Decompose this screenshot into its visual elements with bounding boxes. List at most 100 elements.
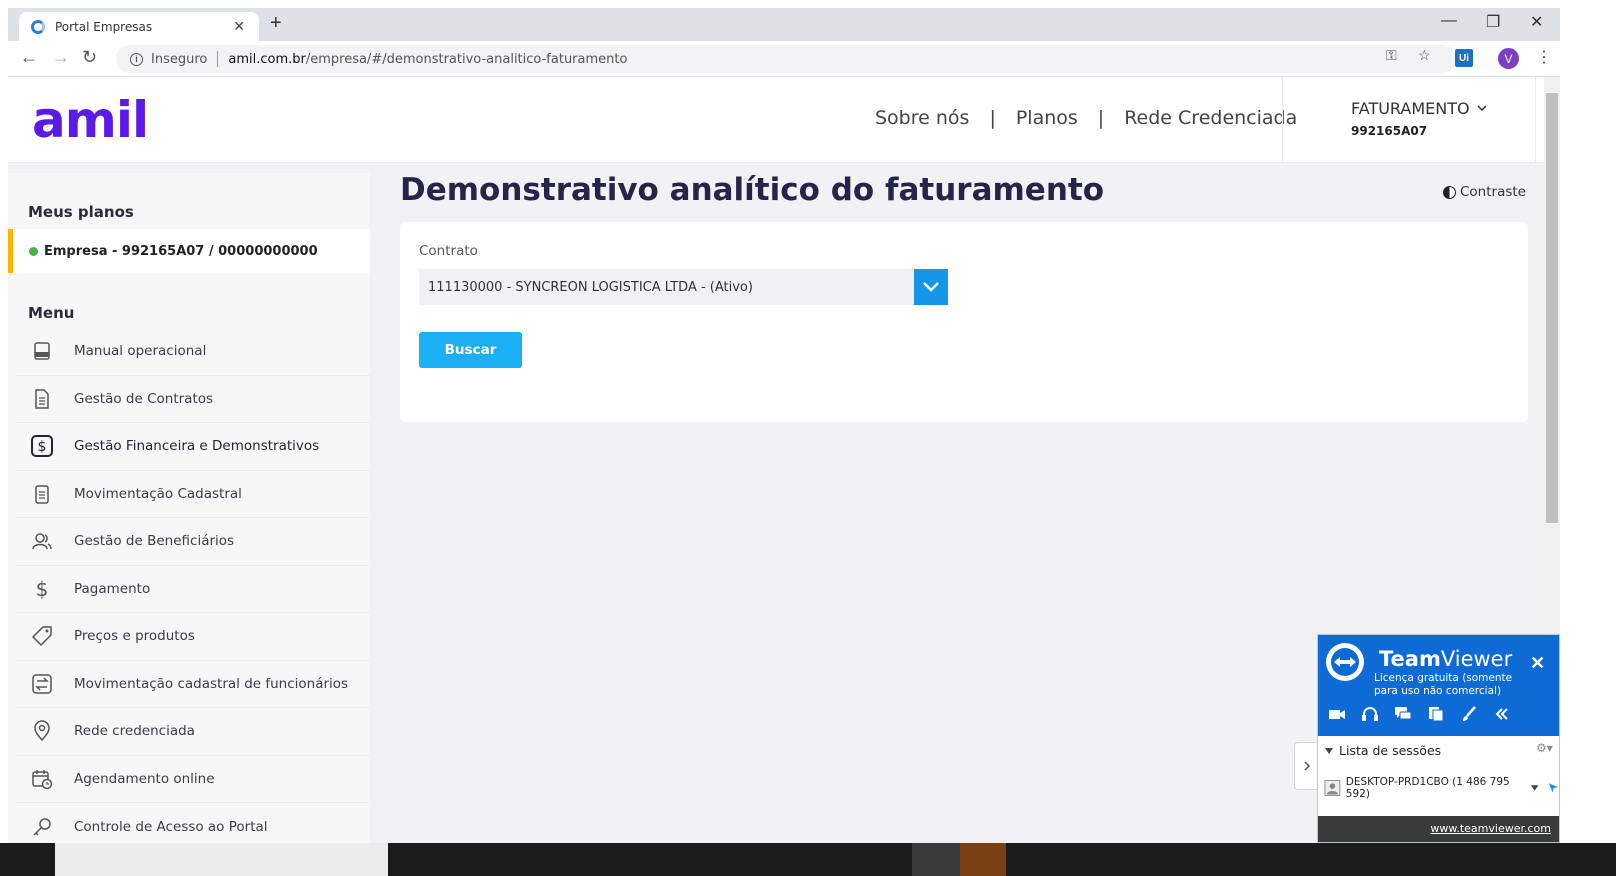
page-title: Demonstrativo analítico do faturamento xyxy=(400,172,1105,208)
chevron-down-icon xyxy=(1477,105,1487,112)
dollar-icon: $ xyxy=(30,577,54,601)
location-pin-icon xyxy=(30,719,54,743)
teamviewer-license: Licença gratuita (somente para uso não c… xyxy=(1374,672,1513,697)
sidebar-item-rede-credenciada[interactable]: Rede credenciada xyxy=(16,708,370,756)
plan-label: Empresa - 992165A07 / 00000000000 xyxy=(44,243,318,259)
plan-item[interactable]: Empresa - 992165A07 / 00000000000 xyxy=(8,229,370,273)
address-bar[interactable]: i Inseguro amil.com.br/empresa/#/demonst… xyxy=(116,45,1456,73)
sidebar-item-gestao-contratos[interactable]: Gestão de Contratos xyxy=(16,376,370,423)
contract-label: Contrato xyxy=(419,243,478,259)
computer-user-icon xyxy=(1324,780,1341,796)
sidebar: Meus planos Empresa - 992165A07 / 000000… xyxy=(8,173,370,843)
taskbar-item[interactable] xyxy=(912,843,960,876)
chevron-down-icon xyxy=(923,282,939,292)
reload-icon[interactable]: ↻ xyxy=(82,47,97,68)
window-close-button[interactable]: ✕ xyxy=(1530,12,1543,32)
sidebar-item-movimentacao-funcionarios[interactable]: Movimentação cadastral de funcionários xyxy=(16,661,370,708)
tab-title: Portal Empresas xyxy=(55,19,153,34)
new-tab-button[interactable]: + xyxy=(270,12,282,35)
url-text[interactable]: amil.com.br/empresa/#/demonstrativo-anal… xyxy=(228,52,627,67)
cursor-icon[interactable] xyxy=(1548,782,1559,794)
scrollbar-thumb[interactable] xyxy=(1546,93,1558,523)
nav-planos[interactable]: Planos xyxy=(1016,107,1078,129)
video-icon[interactable] xyxy=(1328,705,1346,723)
nav-rede-credenciada[interactable]: Rede Credenciada xyxy=(1124,107,1297,129)
headset-icon[interactable] xyxy=(1361,705,1379,723)
screen: Portal Empresas ✕ + — ❐ ✕ ← → ↻ i Insegu… xyxy=(0,0,1616,876)
restore-button[interactable]: ❐ xyxy=(1486,12,1500,32)
teamviewer-expand-button[interactable] xyxy=(1294,742,1318,790)
user-role: FATURAMENTO xyxy=(1351,99,1535,118)
search-button[interactable]: Buscar xyxy=(419,332,522,368)
contrast-label: Contraste xyxy=(1460,184,1526,200)
close-tab-icon[interactable]: ✕ xyxy=(233,18,245,35)
teamviewer-brand: TeamViewer xyxy=(1379,647,1513,671)
users-icon xyxy=(30,529,54,553)
menu-heading: Menu xyxy=(28,304,75,322)
sidebar-item-agendamento-online[interactable]: Agendamento online xyxy=(16,756,370,803)
chat-icon[interactable] xyxy=(1394,705,1412,723)
teamviewer-panel: TeamViewer Licença gratuita (somente par… xyxy=(1317,634,1560,843)
contract-select-value: 111130000 - SYNCREON LOGISTICA LTDA - (A… xyxy=(428,279,753,295)
profile-avatar[interactable]: V xyxy=(1498,48,1519,69)
window-edge xyxy=(1560,0,1616,876)
teamviewer-logo-icon xyxy=(1326,643,1364,681)
chevron-right-icon xyxy=(1303,761,1310,771)
user-code: 992165A07 xyxy=(1351,124,1428,138)
favicon-icon xyxy=(31,19,45,34)
browser-toolbar: ← → ↻ i Inseguro amil.com.br/empresa/#/d… xyxy=(8,41,1608,77)
teamviewer-header: TeamViewer Licença gratuita (somente par… xyxy=(1318,635,1559,736)
info-icon[interactable]: i xyxy=(130,52,143,66)
taskbar-item[interactable] xyxy=(55,843,388,876)
browser-tab[interactable]: Portal Empresas ✕ xyxy=(19,12,259,41)
uipath-extension-icon[interactable]: Ui xyxy=(1455,49,1473,67)
teamviewer-toolbar xyxy=(1328,705,1511,723)
contrast-toggle[interactable]: Contraste xyxy=(1443,184,1526,200)
search-card: Contrato 111130000 - SYNCREON LOGISTICA … xyxy=(400,222,1528,422)
sidebar-item-manual-operacional[interactable]: Manual operacional xyxy=(16,328,370,376)
brush-icon[interactable] xyxy=(1460,705,1478,723)
nav-divider: | xyxy=(1097,107,1105,129)
key-icon[interactable]: ⚿ xyxy=(1386,47,1397,64)
minimize-button[interactable]: — xyxy=(1441,12,1457,30)
price-tag-icon xyxy=(30,624,54,648)
menu-kebab-icon[interactable]: ⋮ xyxy=(1536,47,1552,67)
menu-list: Manual operacional Gestão de Contratos $… xyxy=(16,328,370,851)
teamviewer-link[interactable]: www.teamviewer.com xyxy=(1430,822,1551,835)
top-nav: Sobre nós | Planos | Rede Credenciada xyxy=(875,107,1297,129)
collapse-icon[interactable] xyxy=(1493,705,1511,723)
sessions-heading[interactable]: Lista de sessões xyxy=(1324,743,1441,758)
site-header: amil Sobre nós | Planos | Rede Credencia… xyxy=(8,77,1544,163)
select-dropdown-button[interactable] xyxy=(914,269,948,305)
gear-icon[interactable]: ⚙▾ xyxy=(1536,741,1553,755)
amil-logo[interactable]: amil xyxy=(32,91,149,149)
teamviewer-close-button[interactable]: ✕ xyxy=(1530,653,1545,674)
session-item[interactable]: DESKTOP-PRD1CBO (1 486 795 592) xyxy=(1324,776,1559,800)
svg-text:$: $ xyxy=(36,578,49,600)
nav-divider: | xyxy=(989,107,996,129)
forward-arrow-icon[interactable]: → xyxy=(52,47,70,68)
triangle-down-icon[interactable] xyxy=(1530,784,1539,792)
file-copy-icon[interactable] xyxy=(1427,705,1445,723)
omnibox-separator xyxy=(217,51,219,67)
sidebar-item-movimentacao-cadastral[interactable]: Movimentação Cadastral xyxy=(16,471,370,518)
clipboard-icon xyxy=(30,482,54,506)
key-icon xyxy=(30,815,54,839)
sidebar-item-pagamento[interactable]: $ Pagamento xyxy=(16,566,370,613)
meus-planos-heading: Meus planos xyxy=(28,203,134,221)
manual-icon xyxy=(30,339,54,363)
back-arrow-icon[interactable]: ← xyxy=(20,47,38,68)
sidebar-item-gestao-beneficiarios[interactable]: Gestão de Beneficiários xyxy=(16,518,370,566)
document-icon xyxy=(30,387,54,411)
star-icon[interactable]: ☆ xyxy=(1418,47,1431,64)
sidebar-item-gestao-financeira[interactable]: $ Gestão Financeira e Demonstrativos xyxy=(16,423,370,471)
taskbar-item[interactable] xyxy=(960,843,1006,876)
nav-sobre-nos[interactable]: Sobre nós xyxy=(875,107,969,129)
svg-text:$: $ xyxy=(38,439,47,455)
user-menu[interactable]: FATURAMENTO 992165A07 xyxy=(1282,77,1536,163)
calendar-icon xyxy=(30,767,54,791)
sidebar-item-precos-produtos[interactable]: Preços e produtos xyxy=(16,613,370,661)
insecure-label: Inseguro xyxy=(151,51,208,67)
teamviewer-footer: www.teamviewer.com xyxy=(1318,816,1559,842)
contract-select[interactable]: 111130000 - SYNCREON LOGISTICA LTDA - (A… xyxy=(419,269,948,305)
